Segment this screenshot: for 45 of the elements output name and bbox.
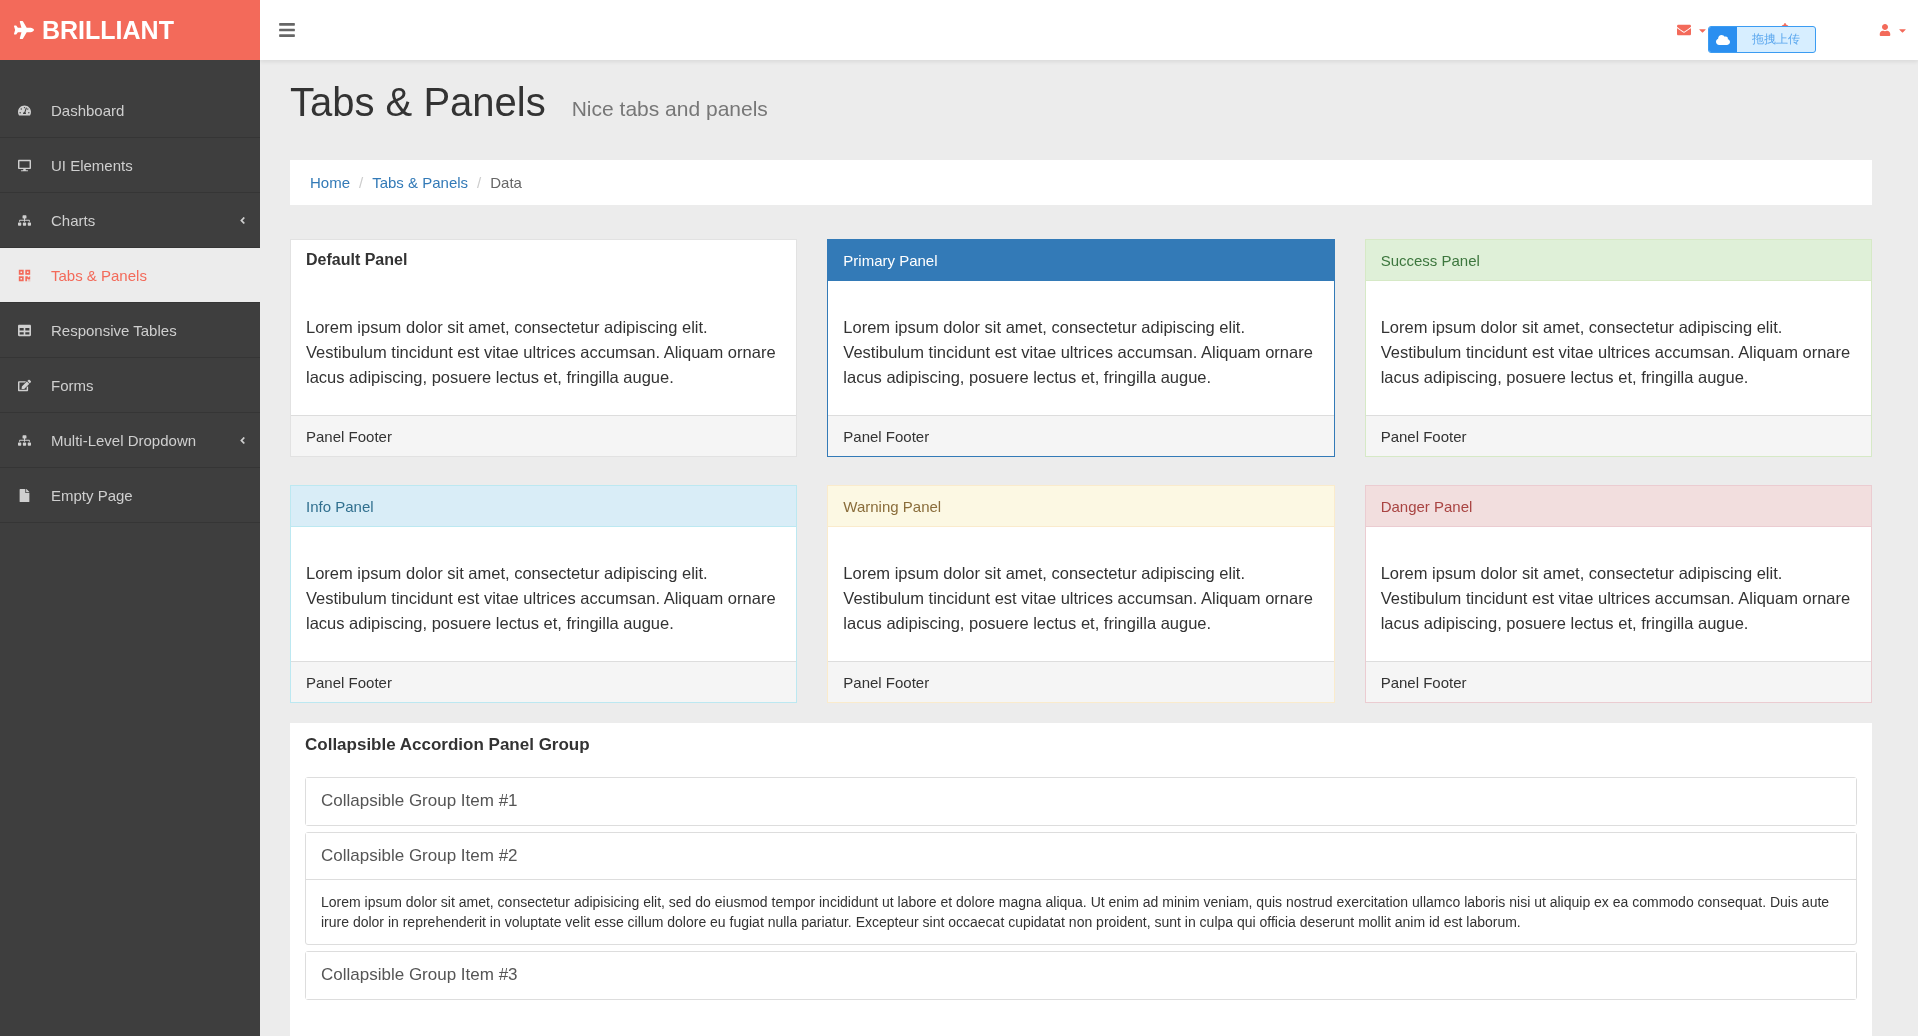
messages-dropdown[interactable] — [1677, 23, 1708, 37]
panel-footer: Panel Footer — [1365, 415, 1871, 456]
panel-body: Lorem ipsum dolor sit amet, consectetur adipiscing elit. Vestibulum tincidunt est vitae ultrices accumsan. Aliquam ornare lacus adipiscing, posuere lectus et, fringilla augue. — [1379, 563, 1852, 634]
panel-footer: Panel Footer — [828, 661, 1334, 702]
panel-footer: Panel Footer — [291, 661, 797, 702]
panel-body: Lorem ipsum dolor sit amet, consectetur adipiscing elit. Vestibulum tincidunt est vitae ultrices accumsan. Aliquam ornare lacus adipiscing, posuere lectus et, fringilla augue. — [842, 563, 1314, 634]
panel-body: Lorem ipsum dolor sit amet, consectetur adipiscing elit. Vestibulum tincidunt est vitae ultrices accumsan. Aliquam ornare lacus adipiscing, posuere lectus et, fringilla augue. — [1379, 317, 1852, 388]
panel-body: Lorem ipsum dolor sit amet, consectetur adipiscing elit. Vestibulum tincidunt est vitae ultrices accumsan. Aliquam ornare lacus adipiscing, posuere lectus et, fringilla augue. — [842, 317, 1314, 388]
dashboard-icon — [18, 103, 31, 117]
panel-footer: Panel Footer — [291, 415, 797, 456]
accordion-title: Collapsible Accordion Panel Group — [305, 735, 591, 755]
accordion-header[interactable]: Collapsible Group Item #2 — [306, 833, 1856, 880]
accordion-body: Lorem ipsum dolor sit amet, consectetur adipisicing elit, sed do eiusmod tempor incididunt ut labore et dolore magna aliqua. Ut enim ad minim veniam, quis nostrud exercitation ullamco laboris nisi ut aliquip ex ea commodo consequat. Duis aute irure dolor in reprehenderit in voluptate velit esse cillum dolore eu fugiat nulla pariatur. Excepteur sint occaecat cupidatat non proident, sunt in culpa qui officia deserunt mollit anim id est laborum. — [320, 893, 1831, 932]
panel-heading: Info Panel — [291, 486, 797, 527]
panel-heading: Danger Panel — [1365, 486, 1871, 527]
panel-body: Lorem ipsum dolor sit amet, consectetur adipiscing elit. Vestibulum tincidunt est vitae ultrices accumsan. Aliquam ornare lacus adipiscing, posuere lectus et, fringilla augue. — [305, 563, 777, 634]
sitemap-icon — [18, 433, 31, 447]
menu-icon[interactable] — [278, 21, 296, 39]
breadcrumb-separator: / — [359, 174, 364, 191]
envelope-icon — [1677, 23, 1691, 37]
cloud-icon — [1716, 32, 1730, 47]
user-dropdown[interactable] — [1879, 24, 1908, 36]
qrcode-icon — [18, 268, 31, 282]
user-icon — [1879, 24, 1891, 36]
table-icon — [18, 323, 31, 337]
breadcrumb-separator: / — [477, 174, 482, 191]
accordion-header[interactable]: Collapsible Group Item #3 — [306, 952, 1856, 999]
file-icon — [18, 488, 31, 502]
panel-footer: Panel Footer — [1365, 661, 1871, 702]
panel-footer: Panel Footer — [828, 415, 1334, 456]
plane-icon — [14, 20, 34, 40]
panel-heading: Warning Panel — [828, 486, 1334, 527]
panel-body: Lorem ipsum dolor sit amet, consectetur adipiscing elit. Vestibulum tincidunt est vitae ultrices accumsan. Aliquam ornare lacus adipiscing, posuere lectus et, fringilla augue. — [305, 317, 777, 388]
monitor-icon — [18, 158, 31, 172]
panel-heading: Primary Panel — [828, 240, 1334, 281]
breadcrumb-link[interactable]: Home — [310, 174, 350, 191]
page-title: Tabs & Panels — [290, 80, 546, 125]
accordion-header[interactable]: Collapsible Group Item #1 — [306, 778, 1856, 825]
brand-name: BRILLIANT — [42, 15, 174, 45]
breadcrumb-link[interactable]: Tabs & Panels — [372, 174, 469, 191]
sitemap-icon — [18, 213, 31, 227]
panel-heading: Success Panel — [1365, 240, 1871, 281]
breadcrumb-current: Data — [490, 174, 522, 191]
edit-icon — [18, 378, 31, 392]
page-subtitle: Nice tabs and panels — [571, 97, 768, 121]
